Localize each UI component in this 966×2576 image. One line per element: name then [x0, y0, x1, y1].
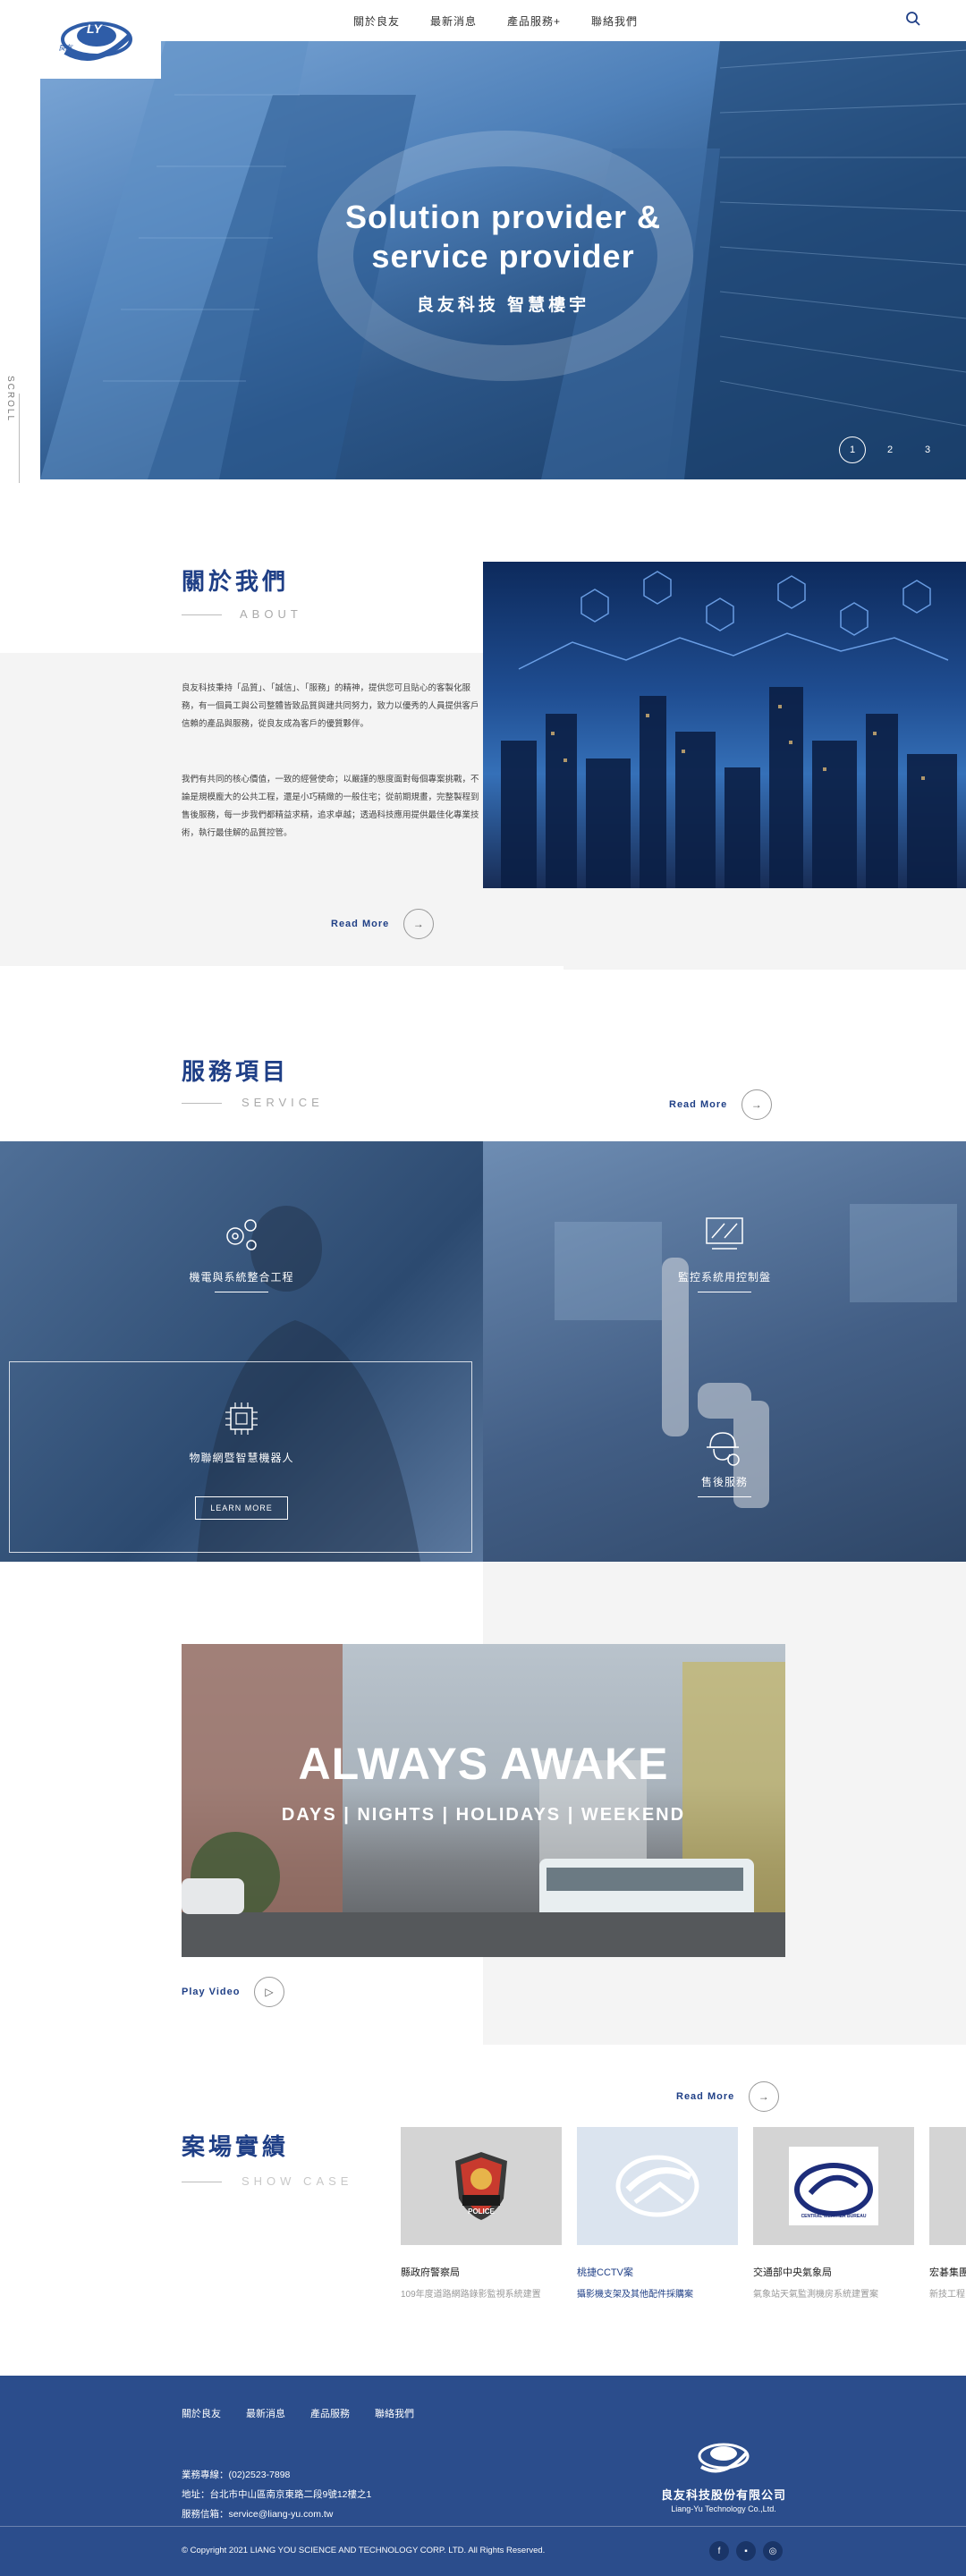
cases-subtitle: SHOW CASE [242, 2174, 353, 2188]
case-description: 攝影機支架及其他配件採購案 [577, 2290, 693, 2300]
logo-small-text: 良友 [58, 44, 72, 52]
footer-nav: 關於良友 最新消息 產品服務 聯絡我們 [182, 2406, 414, 2420]
nav-item-contact[interactable]: 聯絡我們 [591, 13, 638, 29]
street-scene-graphic [182, 1644, 785, 1957]
arrow-right-icon: → [403, 909, 435, 939]
chip-icon [225, 1402, 258, 1435]
service-subtitle: SERVICE [242, 1096, 324, 1109]
footer-company-name: 良友科技股份有限公司 [660, 2488, 786, 2502]
footer-nav-news[interactable]: 最新消息 [246, 2406, 285, 2420]
video-thumbnail[interactable]: ALWAYS AWAKE DAYS | NIGHTS | HOLIDAYS | … [182, 1644, 785, 1957]
case-title: 宏碁集團 [929, 2267, 966, 2278]
hero-subtitle: 良友科技 智慧樓宇 [416, 296, 590, 315]
main-nav: 關於良友 最新消息 產品服務+ 聯絡我們 [353, 13, 668, 29]
service-read-more[interactable]: Read More → [669, 1089, 773, 1120]
case-card[interactable]: POLICE 縣政府警察局 109年度道路網路錄影監視系統建置 [401, 2127, 562, 2300]
slide-dot-2[interactable]: 2 [877, 436, 903, 463]
service-item-iot[interactable]: 物聯網暨智慧機器人 [152, 1450, 331, 1465]
smart-city-graphic [501, 571, 957, 888]
service-grid: 機電與系統整合工程 監控系統用控制盤 物聯網暨智慧機器人 LEARN MORE … [0, 1141, 966, 1562]
footer-logo-icon [698, 2443, 750, 2473]
gears-icon [226, 1219, 257, 1250]
hero-title: Solution provider & service provider [344, 199, 661, 275]
cases-read-more-label: Read More [676, 2091, 735, 2102]
case-card[interactable]: CENTRAL WEATHER BUREAU 交通部中央氣象局 氣象站天氣監測機… [753, 2127, 914, 2300]
footer-nav-about[interactable]: 關於良友 [182, 2406, 221, 2420]
case-image: POLICE [401, 2127, 562, 2245]
instagram-icon[interactable]: ◎ [763, 2541, 783, 2561]
about-read-more[interactable]: Read More → [331, 909, 435, 939]
play-icon: ▷ [254, 1977, 285, 2007]
slider-pagination: 1 2 3 [839, 436, 941, 463]
footer-nav-products[interactable]: 產品服務 [310, 2406, 350, 2420]
footer-phone[interactable]: 業務專線：(02)2523-7898 [182, 2465, 371, 2485]
footer-address: 地址：台北市中山區南京東路二段9號12樓之1 [182, 2489, 372, 2500]
weather-bureau-text: CENTRAL WEATHER BUREAU [801, 2214, 867, 2219]
service-title-line [182, 1103, 222, 1104]
service-item-mep[interactable]: 機電與系統整合工程 [152, 1269, 331, 1284]
cases-read-more[interactable]: Read More → [676, 2081, 780, 2112]
about-read-more-label: Read More [331, 919, 390, 929]
line-icon[interactable]: ▪ [736, 2541, 756, 2561]
copyright: © Copyright 2021 LIANG YOU SCIENCE AND T… [182, 2546, 546, 2555]
service-item-after-sales[interactable]: 售後服務 [635, 1474, 814, 1489]
metro-logo-icon [615, 2155, 699, 2217]
nav-item-products[interactable]: 產品服務+ [507, 13, 561, 29]
service-item-underline [698, 1496, 751, 1497]
play-video-button[interactable]: Play Video ▷ [182, 1977, 285, 2007]
about-background-right [564, 887, 966, 970]
footer-contact-info: 業務專線：(02)2523-7898 地址：台北市中山區南京東路二段9號12樓之… [182, 2465, 371, 2524]
scroll-indicator-line [19, 394, 20, 483]
arrow-right-icon: → [749, 2081, 780, 2112]
cases-title: 案場實績 [182, 2133, 290, 2160]
service-item-control-panel[interactable]: 監控系統用控制盤 [635, 1269, 814, 1284]
footer-nav-contact[interactable]: 聯絡我們 [375, 2406, 414, 2420]
footer-company-en: Liang-Yu Technology Co.,Ltd. [671, 2504, 776, 2513]
footer-email[interactable]: 服務信箱：service@liang-yu.com.tw [182, 2504, 371, 2524]
case-title: 桃捷CCTV案 [577, 2267, 633, 2278]
hero-banner: Solution provider & service provider 良友科… [40, 41, 966, 479]
play-video-label: Play Video [182, 1987, 241, 1997]
case-title: 交通部中央氣象局 [753, 2267, 832, 2278]
case-image: CENTRAL WEATHER BUREAU [753, 2127, 914, 2245]
case-title: 縣政府警察局 [401, 2267, 460, 2278]
about-title: 關於我們 [182, 568, 290, 595]
service-read-more-label: Read More [669, 1099, 728, 1110]
case-description: 氣象站天氣監測機房系統建置案 [753, 2290, 878, 2300]
about-subtitle: ABOUT [240, 607, 302, 621]
slide-dot-3[interactable]: 3 [914, 436, 941, 463]
control-panel-icon [706, 1217, 743, 1250]
arrow-right-icon: → [741, 1089, 773, 1120]
service-title: 服務項目 [182, 1058, 290, 1085]
learn-more-button[interactable]: LEARN MORE [195, 1496, 288, 1520]
about-paragraph-2: 我們有共同的核心價值，一致的經營使命；以嚴謹的態度面對每個專案挑戰，不論是規模龐… [182, 775, 479, 838]
about-title-line [182, 614, 222, 615]
case-image [577, 2127, 738, 2245]
about-paragraph-1: 良友科技秉持「品質」、「誠信」、「服務」的精神，提供您可且貼心的客製化服務，有一… [182, 683, 479, 729]
search-icon[interactable] [905, 11, 921, 27]
nav-item-news[interactable]: 最新消息 [430, 13, 477, 29]
footer-divider [0, 2526, 966, 2527]
logo[interactable]: LY 良友 [40, 0, 161, 79]
case-image [929, 2127, 966, 2245]
slide-dot-1[interactable]: 1 [839, 436, 866, 463]
facebook-icon[interactable]: f [709, 2541, 729, 2561]
worker-helmet-icon [707, 1432, 740, 1466]
case-description: 新技工程 [929, 2290, 965, 2300]
video-subtitle: DAYS | NIGHTS | HOLIDAYS | WEEKEND [281, 1805, 686, 1825]
video-title: ALWAYS AWAKE [298, 1739, 669, 1789]
logo-letters: LY [87, 21, 102, 36]
nav-item-about[interactable]: 關於良友 [353, 13, 400, 29]
footer-logo: 良友科技股份有限公司 Liang-Yu Technology Co.,Ltd. [657, 2438, 791, 2513]
case-card[interactable]: 桃捷CCTV案 攝影機支架及其他配件採購案 [577, 2127, 738, 2300]
police-badge-text: POLICE [468, 2207, 495, 2216]
case-description: 109年度道路網路錄影監視系統建置 [401, 2290, 541, 2300]
about-city-image [483, 562, 966, 888]
case-card[interactable]: 宏碁集團 新技工程 [929, 2127, 966, 2300]
site-footer: 關於良友 最新消息 產品服務 聯絡我們 業務專線：(02)2523-7898 地… [0, 2376, 966, 2576]
scroll-indicator-label: SCROLL [5, 376, 15, 423]
